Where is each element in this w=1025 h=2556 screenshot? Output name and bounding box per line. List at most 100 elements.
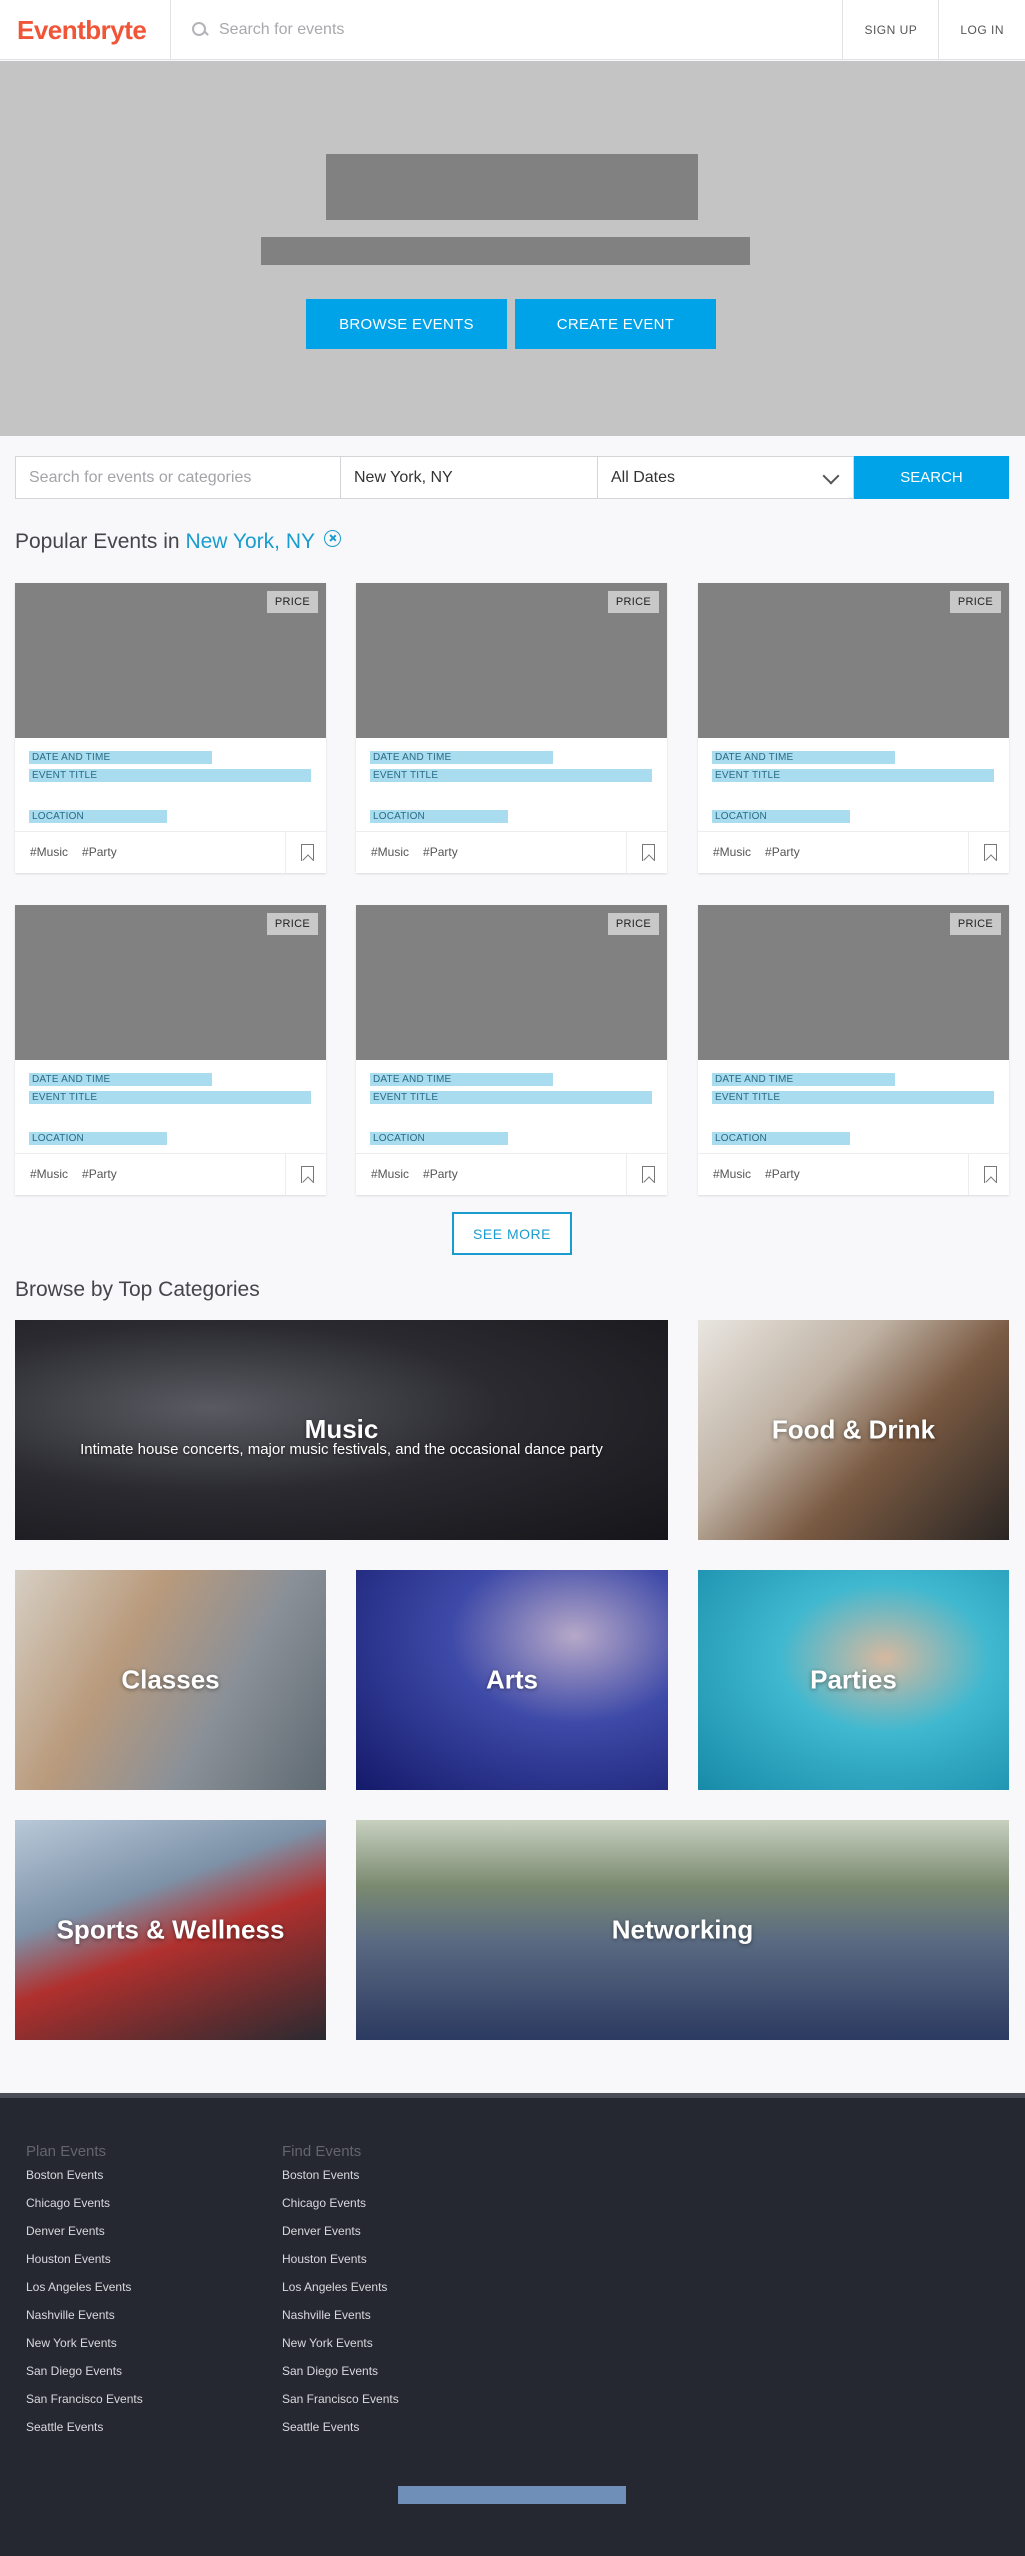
location-field (341, 456, 598, 499)
footer-link[interactable]: Nashville Events (26, 2308, 143, 2336)
price-badge: PRICE (607, 591, 659, 613)
popular-heading-text: Popular Events in (15, 530, 186, 553)
event-title: EVENT TITLE (29, 1091, 311, 1104)
tag-party[interactable]: #Party (423, 845, 458, 859)
footer-link[interactable]: Nashville Events (282, 2308, 399, 2336)
tag-music[interactable]: #Music (371, 845, 409, 859)
category-arts[interactable]: Arts (356, 1570, 668, 1790)
event-date: DATE AND TIME (370, 751, 553, 764)
header-search-input[interactable] (219, 20, 619, 39)
bookmark-icon (984, 1166, 997, 1183)
footer-link[interactable]: Boston Events (282, 2168, 399, 2196)
footer-link[interactable]: Denver Events (26, 2224, 143, 2252)
tag-party[interactable]: #Party (82, 1167, 117, 1181)
eventbryte-logo[interactable]: Eventbryte (0, 0, 171, 60)
footer-link[interactable]: Los Angeles Events (282, 2280, 399, 2308)
footer-link[interactable]: San Francisco Events (282, 2392, 399, 2420)
footer-link[interactable]: Seattle Events (26, 2420, 143, 2448)
bookmark-icon (301, 1166, 314, 1183)
plan-events-column: Plan Events Boston Events Chicago Events… (26, 2143, 143, 2448)
card-divider (698, 831, 1009, 832)
bookmark-icon (984, 844, 997, 861)
footer-link[interactable]: New York Events (282, 2336, 399, 2364)
event-tags: #Music #Party (371, 845, 472, 859)
search-button[interactable]: SEARCH (854, 456, 1009, 499)
tag-music[interactable]: #Music (713, 1167, 751, 1181)
category-title: Food & Drink (771, 1414, 936, 1445)
event-tags: #Music #Party (713, 845, 814, 859)
date-select-value: All Dates (611, 468, 676, 486)
category-title: Networking (611, 1914, 754, 1945)
see-more-button[interactable]: SEE MORE (452, 1212, 572, 1255)
event-card[interactable]: PRICE DATE AND TIME EVENT TITLE LOCATION… (698, 905, 1009, 1195)
date-select[interactable]: All Dates (598, 456, 854, 499)
event-card[interactable]: PRICE DATE AND TIME EVENT TITLE LOCATION… (15, 583, 326, 873)
event-title: EVENT TITLE (370, 1091, 652, 1104)
category-parties[interactable]: Parties (698, 1570, 1009, 1790)
category-music[interactable]: Music Intimate house concerts, major mus… (15, 1320, 668, 1540)
tag-party[interactable]: #Party (423, 1167, 458, 1181)
card-divider (356, 831, 667, 832)
card-divider (356, 1153, 667, 1154)
footer-link[interactable]: Houston Events (26, 2252, 143, 2280)
chevron-down-icon (822, 467, 840, 485)
event-tags: #Music #Party (30, 1167, 131, 1181)
bookmark-button[interactable] (968, 1154, 1009, 1195)
find-events-column: Find Events Boston Events Chicago Events… (282, 2143, 399, 2448)
tag-music[interactable]: #Music (371, 1167, 409, 1181)
hero-subtitle-placeholder (261, 237, 750, 265)
bookmark-button[interactable] (968, 832, 1009, 873)
event-search-bar: All Dates SEARCH (15, 456, 1009, 499)
category-networking[interactable]: Networking (356, 1820, 1009, 2040)
bookmark-button[interactable] (626, 1154, 667, 1195)
footer-link[interactable]: Chicago Events (282, 2196, 399, 2224)
clear-city-icon[interactable] (324, 530, 342, 547)
tag-party[interactable]: #Party (82, 845, 117, 859)
signup-link[interactable]: SIGN UP (842, 0, 938, 60)
login-link[interactable]: LOG IN (938, 0, 1025, 60)
footer-link[interactable]: San Diego Events (26, 2364, 143, 2392)
city-link[interactable]: New York, NY (185, 530, 314, 553)
tag-music[interactable]: #Music (30, 845, 68, 859)
bookmark-button[interactable] (285, 1154, 326, 1195)
event-card[interactable]: PRICE DATE AND TIME EVENT TITLE LOCATION… (356, 583, 667, 873)
event-query-input[interactable] (29, 468, 340, 487)
footer-link[interactable]: Seattle Events (282, 2420, 399, 2448)
bookmark-button[interactable] (285, 832, 326, 873)
category-classes[interactable]: Classes (15, 1570, 326, 1790)
event-date: DATE AND TIME (712, 1073, 895, 1086)
tag-party[interactable]: #Party (765, 1167, 800, 1181)
bookmark-button[interactable] (626, 832, 667, 873)
footer-link[interactable]: Houston Events (282, 2252, 399, 2280)
card-divider (698, 1153, 1009, 1154)
footer-link[interactable]: Los Angeles Events (26, 2280, 143, 2308)
event-card[interactable]: PRICE DATE AND TIME EVENT TITLE LOCATION… (698, 583, 1009, 873)
event-title: EVENT TITLE (29, 769, 311, 782)
tag-music[interactable]: #Music (30, 1167, 68, 1181)
event-card[interactable]: PRICE DATE AND TIME EVENT TITLE LOCATION… (356, 905, 667, 1195)
category-sports-wellness[interactable]: Sports & Wellness (15, 1820, 326, 2040)
footer-link[interactable]: San Francisco Events (26, 2392, 143, 2420)
hero-banner: BROWSE EVENTS CREATE EVENT (0, 61, 1025, 436)
footer-link[interactable]: Boston Events (26, 2168, 143, 2196)
event-tags: #Music #Party (371, 1167, 472, 1181)
location-input[interactable] (354, 468, 597, 487)
find-events-heading: Find Events (282, 2143, 362, 2160)
category-description: Intimate house concerts, major music fes… (80, 1441, 603, 1458)
footer-link[interactable]: Denver Events (282, 2224, 399, 2252)
footer-link[interactable]: New York Events (26, 2336, 143, 2364)
tag-party[interactable]: #Party (765, 845, 800, 859)
footer-link[interactable]: Chicago Events (26, 2196, 143, 2224)
category-title: Classes (121, 1664, 220, 1695)
tag-music[interactable]: #Music (713, 845, 751, 859)
category-title: Arts (485, 1664, 538, 1695)
browse-events-button[interactable]: BROWSE EVENTS (306, 299, 507, 349)
category-food-drink[interactable]: Food & Drink (698, 1320, 1009, 1540)
event-title: EVENT TITLE (712, 769, 994, 782)
bookmark-icon (642, 1166, 655, 1183)
event-card[interactable]: PRICE DATE AND TIME EVENT TITLE LOCATION… (15, 905, 326, 1195)
footer-link[interactable]: San Diego Events (282, 2364, 399, 2392)
create-event-button[interactable]: CREATE EVENT (515, 299, 716, 349)
card-divider (15, 1153, 326, 1154)
categories-heading: Browse by Top Categories (15, 1278, 260, 1301)
